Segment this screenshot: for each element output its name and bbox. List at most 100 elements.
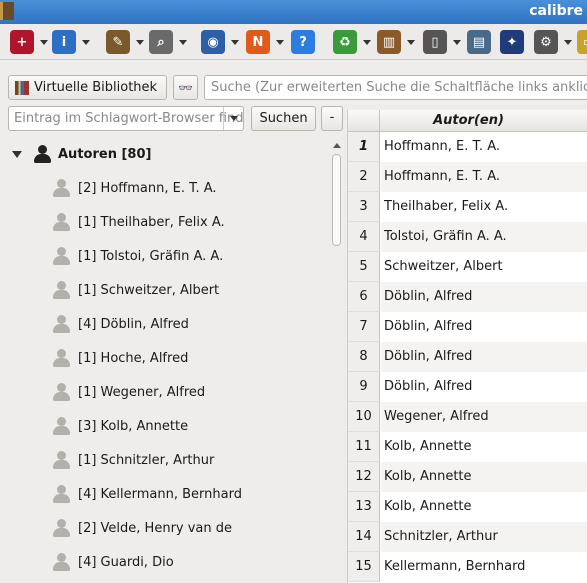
search-input[interactable]: Suche (Zur erweiterten Suche die Schaltf… xyxy=(204,75,587,100)
author-cell[interactable]: Kellermann, Bernhard xyxy=(381,552,587,582)
toolbar-button-recycle[interactable]: ♻ xyxy=(333,27,371,57)
virtual-library-button[interactable]: Virtuelle Bibliothek xyxy=(8,75,167,100)
author-cell[interactable]: Kolb, Annette xyxy=(381,432,587,462)
table-row[interactable]: 6 Döblin, Alfred xyxy=(348,282,587,312)
row-number[interactable]: 5 xyxy=(348,252,380,282)
row-number[interactable]: 1 xyxy=(348,132,380,162)
dropdown-arrow-icon[interactable] xyxy=(453,39,461,45)
author-cell[interactable]: Döblin, Alfred xyxy=(381,372,587,402)
table-row[interactable]: 2 Hoffmann, E. T. A. xyxy=(348,162,587,192)
author-cell[interactable]: Kolb, Annette xyxy=(381,462,587,492)
table-row[interactable]: 3 Theilhaber, Felix A. xyxy=(348,192,587,222)
tree-item-author[interactable]: [2] Velde, Henry van de xyxy=(52,517,232,539)
dropdown-arrow-icon[interactable] xyxy=(363,39,371,45)
tree-item-author[interactable]: [1] Schnitzler, Arthur xyxy=(52,449,214,471)
toolbar-button-add-books[interactable]: + xyxy=(10,27,48,57)
tree-item-author[interactable]: [1] Wegener, Alfred xyxy=(52,381,205,403)
expand-triangle-icon[interactable] xyxy=(12,150,22,158)
table-row[interactable]: 5 Schweitzer, Albert xyxy=(348,252,587,282)
row-number[interactable]: 7 xyxy=(348,312,380,342)
tag-browser-search-button[interactable]: Suchen xyxy=(251,106,316,131)
collapse-button[interactable]: - xyxy=(321,106,343,131)
tag-browser-find-input[interactable]: Eintrag im Schlagwort-Browser finden xyxy=(8,106,244,131)
author-cell[interactable]: Tolstoi, Gräfin A. A. xyxy=(381,222,587,252)
author-cell[interactable]: Döblin, Alfred xyxy=(381,342,587,372)
toolbar-button-ebook-viewer[interactable]: ✦ xyxy=(500,27,524,57)
table-row[interactable]: 10 Wegener, Alfred xyxy=(348,402,587,432)
row-number[interactable]: 14 xyxy=(348,522,380,552)
tree-item-author[interactable]: [1] Theilhaber, Felix A. xyxy=(52,211,225,233)
toolbar-button-library[interactable]: ▥ xyxy=(377,27,415,57)
scrollbar-thumb[interactable] xyxy=(332,154,341,246)
row-number[interactable]: 12 xyxy=(348,462,380,492)
table-row[interactable]: 9 Döblin, Alfred xyxy=(348,372,587,402)
dropdown-arrow-icon[interactable] xyxy=(223,107,243,130)
author-cell[interactable]: Hoffmann, E. T. A. xyxy=(381,132,587,162)
tree-item-author[interactable]: [3] Kolb, Annette xyxy=(52,415,188,437)
toolbar-button-preferences[interactable]: ⚙ xyxy=(534,27,572,57)
column-header-authors[interactable]: Autor(en) xyxy=(381,113,556,128)
tree-item-author[interactable]: [4] Döblin, Alfred xyxy=(52,313,189,335)
scroll-up-arrow-icon[interactable] xyxy=(333,143,341,148)
tree-item-author[interactable]: [1] Tolstoi, Gräfin A. A. xyxy=(52,245,223,267)
author-cell[interactable]: Döblin, Alfred xyxy=(381,312,587,342)
tree-item-author[interactable]: [4] Kellermann, Bernhard xyxy=(52,483,242,505)
row-number[interactable]: 4 xyxy=(348,222,380,252)
row-number[interactable]: 11 xyxy=(348,432,380,462)
table-row[interactable]: 8 Döblin, Alfred xyxy=(348,342,587,372)
toolbar-button-edit-metadata[interactable]: ✎ xyxy=(106,27,144,57)
row-number[interactable]: 3 xyxy=(348,192,380,222)
dropdown-arrow-icon[interactable] xyxy=(407,39,415,45)
table-row[interactable]: 15 Kellermann, Bernhard xyxy=(348,552,587,582)
toolbar-button-news[interactable]: N xyxy=(246,27,284,57)
author-cell[interactable]: Döblin, Alfred xyxy=(381,282,587,312)
tree-item-author[interactable]: [2] Hoffmann, E. T. A. xyxy=(52,177,217,199)
toolbar-button-save[interactable]: ▤ xyxy=(467,27,491,57)
tree-category-authors[interactable]: Autoren [80] xyxy=(12,144,151,164)
toolbar-button-help[interactable]: ? xyxy=(291,27,315,57)
toolbar-button-device[interactable]: ▯ xyxy=(423,27,461,57)
tag-browser-scrollbar[interactable] xyxy=(330,140,344,583)
dropdown-arrow-icon[interactable] xyxy=(276,39,284,45)
toolbar-button-tweak[interactable]: ▭ xyxy=(577,27,587,57)
table-row[interactable]: 14 Schnitzler, Arthur xyxy=(348,522,587,552)
author-cell[interactable]: Schnitzler, Arthur xyxy=(381,522,587,552)
toolbar-button-info[interactable]: i xyxy=(52,27,90,57)
tree-item-author[interactable]: [4] Guardi, Dio xyxy=(52,551,174,573)
row-number[interactable]: 6 xyxy=(348,282,380,312)
author-cell[interactable]: Kolb, Annette xyxy=(381,492,587,522)
advanced-search-button[interactable]: 👓 xyxy=(173,75,198,100)
dropdown-arrow-icon[interactable] xyxy=(136,39,144,45)
row-number[interactable]: 15 xyxy=(348,552,380,582)
table-row[interactable]: 1 Hoffmann, E. T. A. xyxy=(348,132,587,162)
table-row[interactable]: 12 Kolb, Annette xyxy=(348,462,587,492)
dropdown-arrow-icon[interactable] xyxy=(82,39,90,45)
recycle-icon: ♻ xyxy=(333,30,357,54)
author-cell[interactable]: Schweitzer, Albert xyxy=(381,252,587,282)
row-number[interactable]: 8 xyxy=(348,342,380,372)
toolbar-button-get-books[interactable]: ◉ xyxy=(201,27,239,57)
dropdown-arrow-icon[interactable] xyxy=(40,39,48,45)
table-corner xyxy=(348,110,380,131)
table-row[interactable]: 13 Kolb, Annette xyxy=(348,492,587,522)
tree-item-author[interactable]: [1] Hoche, Alfred xyxy=(52,347,188,369)
row-number[interactable]: 2 xyxy=(348,162,380,192)
help-icon: ? xyxy=(291,30,315,54)
get-books-icon: ◉ xyxy=(201,30,225,54)
tree-item-author[interactable]: [1] Schweitzer, Albert xyxy=(52,279,219,301)
tree-item-label: [2] Hoffmann, E. T. A. xyxy=(78,180,217,196)
table-row[interactable]: 7 Döblin, Alfred xyxy=(348,312,587,342)
row-number[interactable]: 9 xyxy=(348,372,380,402)
author-cell[interactable]: Theilhaber, Felix A. xyxy=(381,192,587,222)
dropdown-arrow-icon[interactable] xyxy=(564,39,572,45)
toolbar-button-find[interactable]: ⌕ xyxy=(149,27,187,57)
row-number[interactable]: 10 xyxy=(348,402,380,432)
dropdown-arrow-icon[interactable] xyxy=(231,39,239,45)
tree-item-label: [3] Kolb, Annette xyxy=(78,418,189,434)
author-cell[interactable]: Wegener, Alfred xyxy=(381,402,587,432)
author-cell[interactable]: Hoffmann, E. T. A. xyxy=(381,162,587,192)
row-number[interactable]: 13 xyxy=(348,492,380,522)
table-row[interactable]: 11 Kolb, Annette xyxy=(348,432,587,462)
dropdown-arrow-icon[interactable] xyxy=(179,39,187,45)
table-row[interactable]: 4 Tolstoi, Gräfin A. A. xyxy=(348,222,587,252)
